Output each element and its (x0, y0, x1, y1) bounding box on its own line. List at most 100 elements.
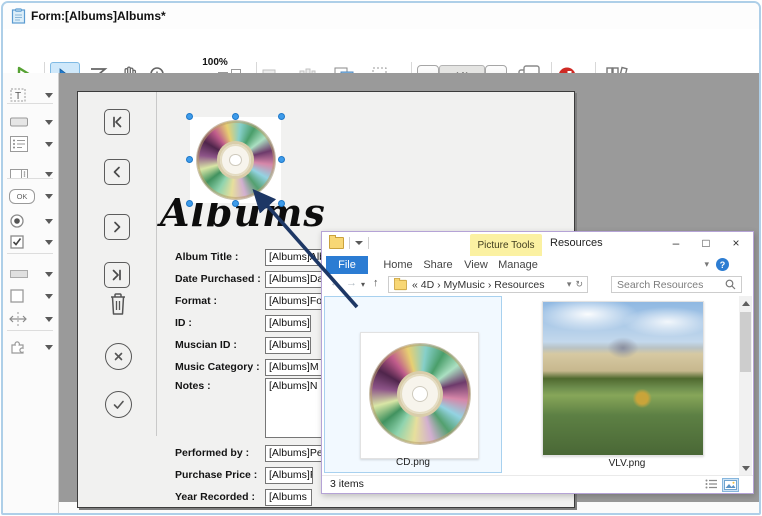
forward-icon[interactable]: → (346, 277, 357, 289)
scroll-down-icon[interactable] (742, 466, 750, 471)
x-icon (110, 348, 127, 365)
text-tool-caret[interactable] (45, 93, 53, 98)
plugin-area-tool-caret[interactable] (45, 345, 53, 350)
static-field-tool[interactable] (9, 263, 53, 285)
field-label: ID : (175, 317, 265, 329)
tab-manage[interactable]: Manage (494, 256, 542, 274)
file-name: CD.png (325, 457, 501, 468)
selection-handle[interactable] (186, 113, 193, 120)
selection-handle[interactable] (278, 113, 285, 120)
splitter-tool[interactable] (9, 308, 53, 330)
qat-separator (368, 237, 369, 249)
vertical-scrollbar[interactable] (739, 296, 752, 476)
ribbon-tab-bar: File Home Share View Manage ▾ ? (322, 256, 753, 275)
rectangle-tool-icon (9, 288, 25, 304)
selection-handle[interactable] (186, 200, 193, 207)
combo-box-tool[interactable] (9, 163, 53, 185)
button-tool-caret[interactable] (45, 194, 53, 199)
checkbox-tool-caret[interactable] (45, 240, 53, 245)
tab-home[interactable]: Home (378, 256, 418, 274)
maximize-button[interactable]: □ (691, 232, 721, 254)
list-box-tool-caret[interactable] (45, 142, 53, 147)
next-record-button[interactable] (104, 214, 130, 240)
file-item-cd[interactable]: CD.png (324, 296, 502, 473)
validate-button[interactable] (105, 391, 132, 418)
rectangle-tool-caret[interactable] (45, 294, 53, 299)
search-placeholder: Search Resources (617, 279, 725, 291)
form-guide-line (156, 92, 157, 436)
up-icon[interactable]: ↑ (373, 277, 379, 289)
search-icon (725, 279, 736, 290)
selection-handle[interactable] (278, 200, 285, 207)
field-input[interactable]: [Albums]P (265, 467, 313, 484)
tab-view[interactable]: View (458, 256, 494, 274)
file-list: CD.png VLV.png (322, 296, 753, 476)
splitter-tool-icon (9, 311, 27, 327)
field-label: Date Purchased : (175, 273, 265, 285)
cd-thumbnail (360, 332, 479, 459)
combo-box-tool-caret[interactable] (45, 172, 53, 177)
input-tool-icon (9, 116, 29, 128)
tab-share[interactable]: Share (418, 256, 458, 274)
title-bar: Form:[Albums]Albums* (3, 3, 759, 29)
plugin-area-tool[interactable] (9, 336, 53, 358)
back-icon[interactable]: ← (330, 277, 341, 289)
selection-handle[interactable] (278, 156, 285, 163)
search-input[interactable]: Search Resources (611, 276, 742, 293)
details-view-icon[interactable] (705, 478, 718, 490)
scroll-up-icon[interactable] (742, 301, 750, 306)
input-tool-caret[interactable] (45, 120, 53, 125)
qat-dropdown-caret[interactable] (355, 241, 363, 245)
tab-file[interactable]: File (326, 256, 368, 274)
scrollbar-thumb[interactable] (740, 312, 751, 372)
last-record-button[interactable] (104, 262, 130, 288)
check-icon (110, 396, 127, 413)
recent-locations-caret[interactable]: ▾ (361, 280, 365, 289)
first-record-button[interactable] (104, 109, 130, 135)
radio-button-tool[interactable] (9, 210, 53, 232)
button-tool[interactable]: OK (9, 185, 53, 207)
main-toolbar: 100% ‹ 1/1 › (3, 29, 759, 74)
picture-tools-tab[interactable]: Picture Tools (470, 234, 542, 256)
radio-button-tool-caret[interactable] (45, 219, 53, 224)
4d-form-editor-window: Form:[Albums]Albums* 100% (1, 1, 761, 515)
input-tool[interactable] (9, 111, 53, 133)
file-item-vlv[interactable]: VLV.png (522, 296, 732, 473)
large-icons-view-icon[interactable] (722, 478, 739, 492)
delete-record-button[interactable] (107, 289, 129, 319)
address-dropdown-caret[interactable]: ▾ (567, 279, 572, 290)
static-field-tool-caret[interactable] (45, 272, 53, 277)
field-label: Music Category : (175, 361, 265, 373)
selection-handle[interactable] (186, 156, 193, 163)
rectangle-tool[interactable] (9, 285, 53, 307)
close-button[interactable]: × (721, 232, 751, 254)
cd-disc-thumbnail (370, 344, 470, 444)
trash-icon (108, 291, 128, 317)
minimize-button[interactable]: – (661, 232, 691, 254)
field-input[interactable]: [Albums (265, 489, 312, 506)
previous-record-button[interactable] (104, 159, 130, 185)
list-box-tool-icon (9, 135, 29, 153)
field-input[interactable]: [Albums] (265, 337, 311, 354)
explorer-title-bar[interactable]: Picture Tools Resources – □ × (322, 232, 753, 256)
sidebar-separator (7, 103, 53, 104)
address-input[interactable]: « 4D › MyMusic › Resources ▾ ↻ (388, 276, 588, 293)
selection-handle[interactable] (232, 200, 239, 207)
ribbon-collapse-caret[interactable]: ▾ (704, 259, 709, 270)
screenshot-root: Form:[Albums]Albums* 100% (0, 0, 762, 516)
checkbox-tool[interactable] (9, 231, 53, 253)
selection-handle[interactable] (232, 113, 239, 120)
item-count: 3 items (330, 478, 364, 490)
cd-picture-object[interactable] (190, 117, 281, 203)
qat-separator (349, 237, 350, 249)
field-label: Album Title : (175, 251, 265, 263)
splitter-tool-caret[interactable] (45, 317, 53, 322)
field-input[interactable]: [Albums] (265, 315, 311, 332)
cancel-button[interactable] (105, 343, 132, 370)
svg-text:T: T (15, 91, 21, 102)
last-record-icon (110, 268, 124, 282)
help-icon[interactable]: ? (716, 258, 729, 271)
refresh-icon[interactable]: ↻ (575, 279, 583, 290)
field-label: Year Recorded : (175, 491, 265, 503)
list-box-tool[interactable] (9, 133, 53, 155)
